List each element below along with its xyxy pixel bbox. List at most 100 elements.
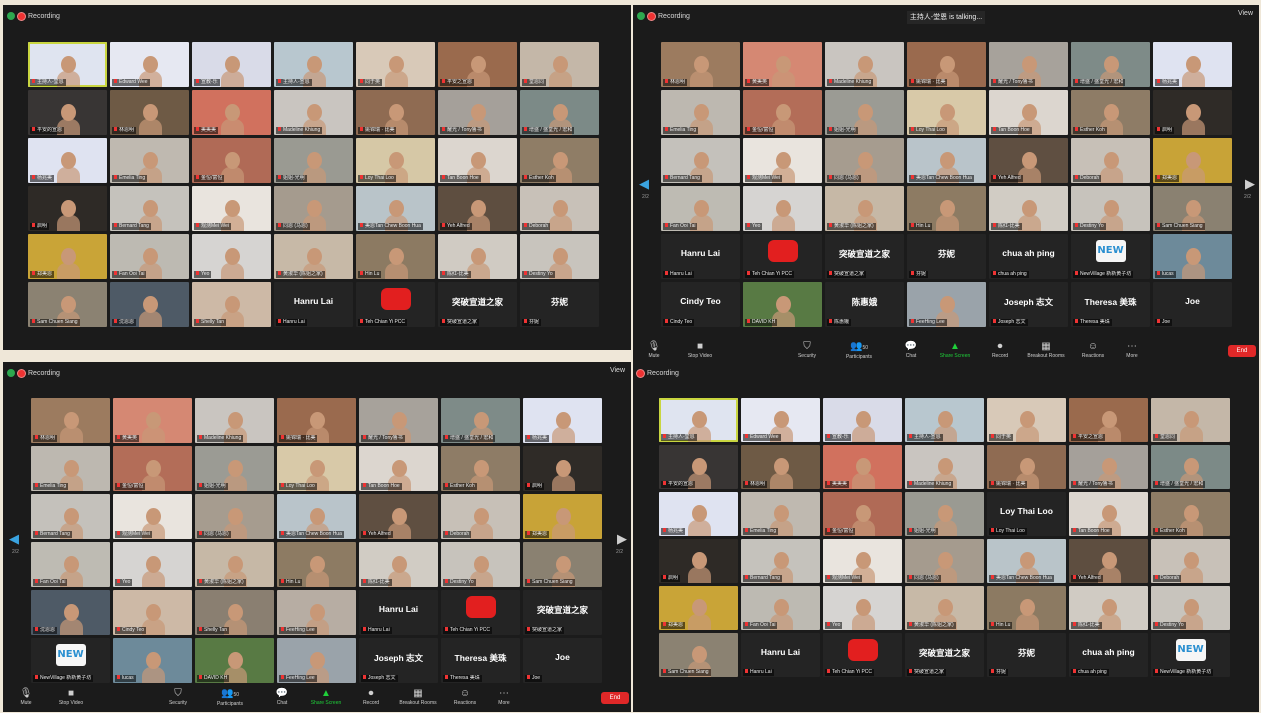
participant-tile[interactable]: 美美美	[823, 445, 902, 489]
participant-tile[interactable]: 同恩 (马恩)	[195, 494, 274, 539]
participant-tile[interactable]: 耀光 / Tony鲁书	[1069, 445, 1148, 489]
participant-tile[interactable]: Tan Boon Hoe	[359, 446, 438, 491]
participant-tile[interactable]: Teh Chian Yi PCC	[743, 234, 822, 279]
participant-tile[interactable]: Emelia Ting	[661, 90, 740, 135]
participant-tile[interactable]: Fan Ooi Tai	[110, 234, 189, 279]
participant-tile[interactable]: Bernard Tang	[661, 138, 740, 183]
participant-tile[interactable]: Yeo	[192, 234, 271, 279]
participant-tile[interactable]: Yeo	[823, 586, 902, 630]
stop-video-button[interactable]: ■ Stop Video	[681, 341, 719, 360]
participant-tile[interactable]: 同恩 (马恩)	[274, 186, 353, 231]
participant-tile[interactable]: 突破宣道之家 突破宣道之家	[905, 633, 984, 677]
participant-tile[interactable]: 黄淑华 (陈姐之家)	[274, 234, 353, 279]
participant-tile[interactable]: NEW NewVillage 新新黄子坊	[1071, 234, 1150, 279]
participant-tile[interactable]: DAVID KH	[195, 638, 274, 683]
participant-tile[interactable]: 姚锦瑞 · 比美	[987, 445, 1066, 489]
participant-tile[interactable]: 美恩Tan Chew Boon Hua	[356, 186, 435, 231]
participant-tile[interactable]: Sam Chuen Siang	[28, 282, 107, 327]
participant-tile[interactable]: chua ah ping chua ah ping	[1069, 633, 1148, 677]
participant-tile[interactable]: FeeHing Lee	[277, 638, 356, 683]
participant-tile[interactable]: Yeh Alfred	[438, 186, 517, 231]
participant-tile[interactable]: Deborah	[520, 186, 599, 231]
participant-tile[interactable]: 黄美英	[743, 42, 822, 87]
participant-tile[interactable]: 陈红-比美	[989, 186, 1068, 231]
participant-tile[interactable]: 林恩明	[31, 398, 110, 443]
participant-tile[interactable]: Madeline Khiung	[825, 42, 904, 87]
participant-tile[interactable]: Theresa 美珠 Theresa 美珠	[1071, 282, 1150, 327]
participant-tile[interactable]: 美恩Tan Chew Boon Hua	[277, 494, 356, 539]
reactions-button[interactable]: ☺ Reactions	[1074, 341, 1112, 360]
participant-tile[interactable]: 美美美	[192, 90, 271, 135]
participant-tile[interactable]: 增盛 / 盛堂光 / 宏和	[520, 90, 599, 135]
participant-tile[interactable]: Sam Chuen Siang	[1153, 186, 1232, 231]
participant-tile[interactable]: Deborah	[441, 494, 520, 539]
participant-tile[interactable]: Theresa 美珠 Theresa 美珠	[441, 638, 520, 683]
next-page-arrow-icon[interactable]: ▶	[1245, 177, 1255, 190]
participant-tile[interactable]: 增盛 / 盛堂光 / 宏和	[1071, 42, 1150, 87]
participant-tile[interactable]: 观测Mei Wei	[823, 539, 902, 583]
participant-tile[interactable]: 耀光 / Tony鲁书	[359, 398, 438, 443]
participant-tile[interactable]: Loy Thai Loo Loy Thai Loo	[987, 492, 1066, 536]
end-meeting-button[interactable]: End	[601, 692, 629, 704]
participant-tile[interactable]: 姚锦瑞 · 比美	[356, 90, 435, 135]
stop-video-button[interactable]: ■ Stop Video	[52, 688, 90, 707]
participant-tile[interactable]: 宣教-乐	[192, 42, 271, 87]
participant-tile[interactable]: 同恩 (马恩)	[905, 539, 984, 583]
participant-tile[interactable]: 主持人-宣恩	[905, 398, 984, 442]
participant-tile[interactable]: 启明	[1153, 90, 1232, 135]
participant-tile[interactable]: 林恩明	[110, 90, 189, 135]
view-button[interactable]: View	[1238, 10, 1253, 17]
participant-tile[interactable]: Emelia Ting	[110, 138, 189, 183]
participant-tile[interactable]: Teh Chian Yi PCC	[823, 633, 902, 677]
participant-tile[interactable]: 平安的宣恩	[28, 90, 107, 135]
participant-tile[interactable]: Deborah	[1151, 539, 1230, 583]
participant-tile[interactable]: Hin Lu	[907, 186, 986, 231]
participant-tile[interactable]: 金恒/富恒	[823, 492, 902, 536]
participant-tile[interactable]: 主持人-堂恩	[28, 42, 107, 87]
participant-tile[interactable]: Joe Joe	[523, 638, 602, 683]
security-button[interactable]: ⛉ Security	[788, 341, 826, 360]
participant-tile[interactable]: 堂恩同	[520, 42, 599, 87]
chat-button[interactable]: 💬 Chat	[892, 341, 930, 360]
participant-tile[interactable]: 郑美恩	[523, 494, 602, 539]
mute-button[interactable]: 🎙 Mute	[635, 341, 673, 360]
participant-tile[interactable]: Loy Thai Loo	[907, 90, 986, 135]
participant-tile[interactable]: Esther Koh	[1071, 90, 1150, 135]
participant-tile[interactable]: 杨兆美	[523, 398, 602, 443]
participant-tile[interactable]: 黄淑华 (陈姐之家)	[905, 586, 984, 630]
participant-tile[interactable]: Hin Lu	[277, 542, 356, 587]
participant-tile[interactable]: chua ah ping chua ah ping	[989, 234, 1068, 279]
participant-tile[interactable]: 郑美恩	[659, 586, 738, 630]
participant-tile[interactable]: Emelia Ting	[31, 446, 110, 491]
participant-tile[interactable]: 主持人-宣恩	[274, 42, 353, 87]
participant-tile[interactable]: 突破宣道之家 突破宣道之家	[523, 590, 602, 635]
participant-tile[interactable]: 增盛 / 盛堂光 / 宏和	[441, 398, 520, 443]
participant-tile[interactable]: 平安之宣恩	[1069, 398, 1148, 442]
participants-button[interactable]: 👥50 Participants	[211, 688, 249, 708]
participant-tile[interactable]: Hanru Lai Hanru Lai	[359, 590, 438, 635]
participant-tile[interactable]: 美恩Tan Chew Boon Hua	[907, 138, 986, 183]
participant-tile[interactable]: 杨兆美	[28, 138, 107, 183]
participant-tile[interactable]: Bernard Tang	[31, 494, 110, 539]
share-screen-button[interactable]: ▲ Share Screen	[307, 688, 345, 707]
participant-tile[interactable]: Tan Boon Hoe	[1069, 492, 1148, 536]
participant-tile[interactable]: 陈惠娥 陈惠娥	[825, 282, 904, 327]
participant-tile[interactable]: FeeHing Lee	[907, 282, 986, 327]
participant-tile[interactable]: 姚锦瑞 · 比美	[907, 42, 986, 87]
participant-tile[interactable]: Madeline Khiung	[195, 398, 274, 443]
participant-tile[interactable]: 姐姐-光明	[905, 492, 984, 536]
participant-tile[interactable]: Deborah	[1071, 138, 1150, 183]
participant-tile[interactable]: 金恒/富恒	[192, 138, 271, 183]
participant-tile[interactable]: Sam Chuen Siang	[659, 633, 738, 677]
participant-tile[interactable]: 姐姐-光明	[274, 138, 353, 183]
participant-tile[interactable]: Destiny Yo	[1151, 586, 1230, 630]
participant-tile[interactable]: 姚锦瑞 · 比美	[277, 398, 356, 443]
participant-tile[interactable]: 增盛 / 盛堂光 / 宏和	[1151, 445, 1230, 489]
participant-tile[interactable]: FeeHing Lee	[277, 590, 356, 635]
participant-tile[interactable]: 陈红-比美	[438, 234, 517, 279]
participant-tile[interactable]: 同于英	[356, 42, 435, 87]
participant-tile[interactable]: Yeh Alfred	[989, 138, 1068, 183]
participant-tile[interactable]: Yeo	[113, 542, 192, 587]
participant-tile[interactable]: 陈红-比美	[1069, 586, 1148, 630]
participant-tile[interactable]: Teh Chian Yi PCC	[441, 590, 520, 635]
